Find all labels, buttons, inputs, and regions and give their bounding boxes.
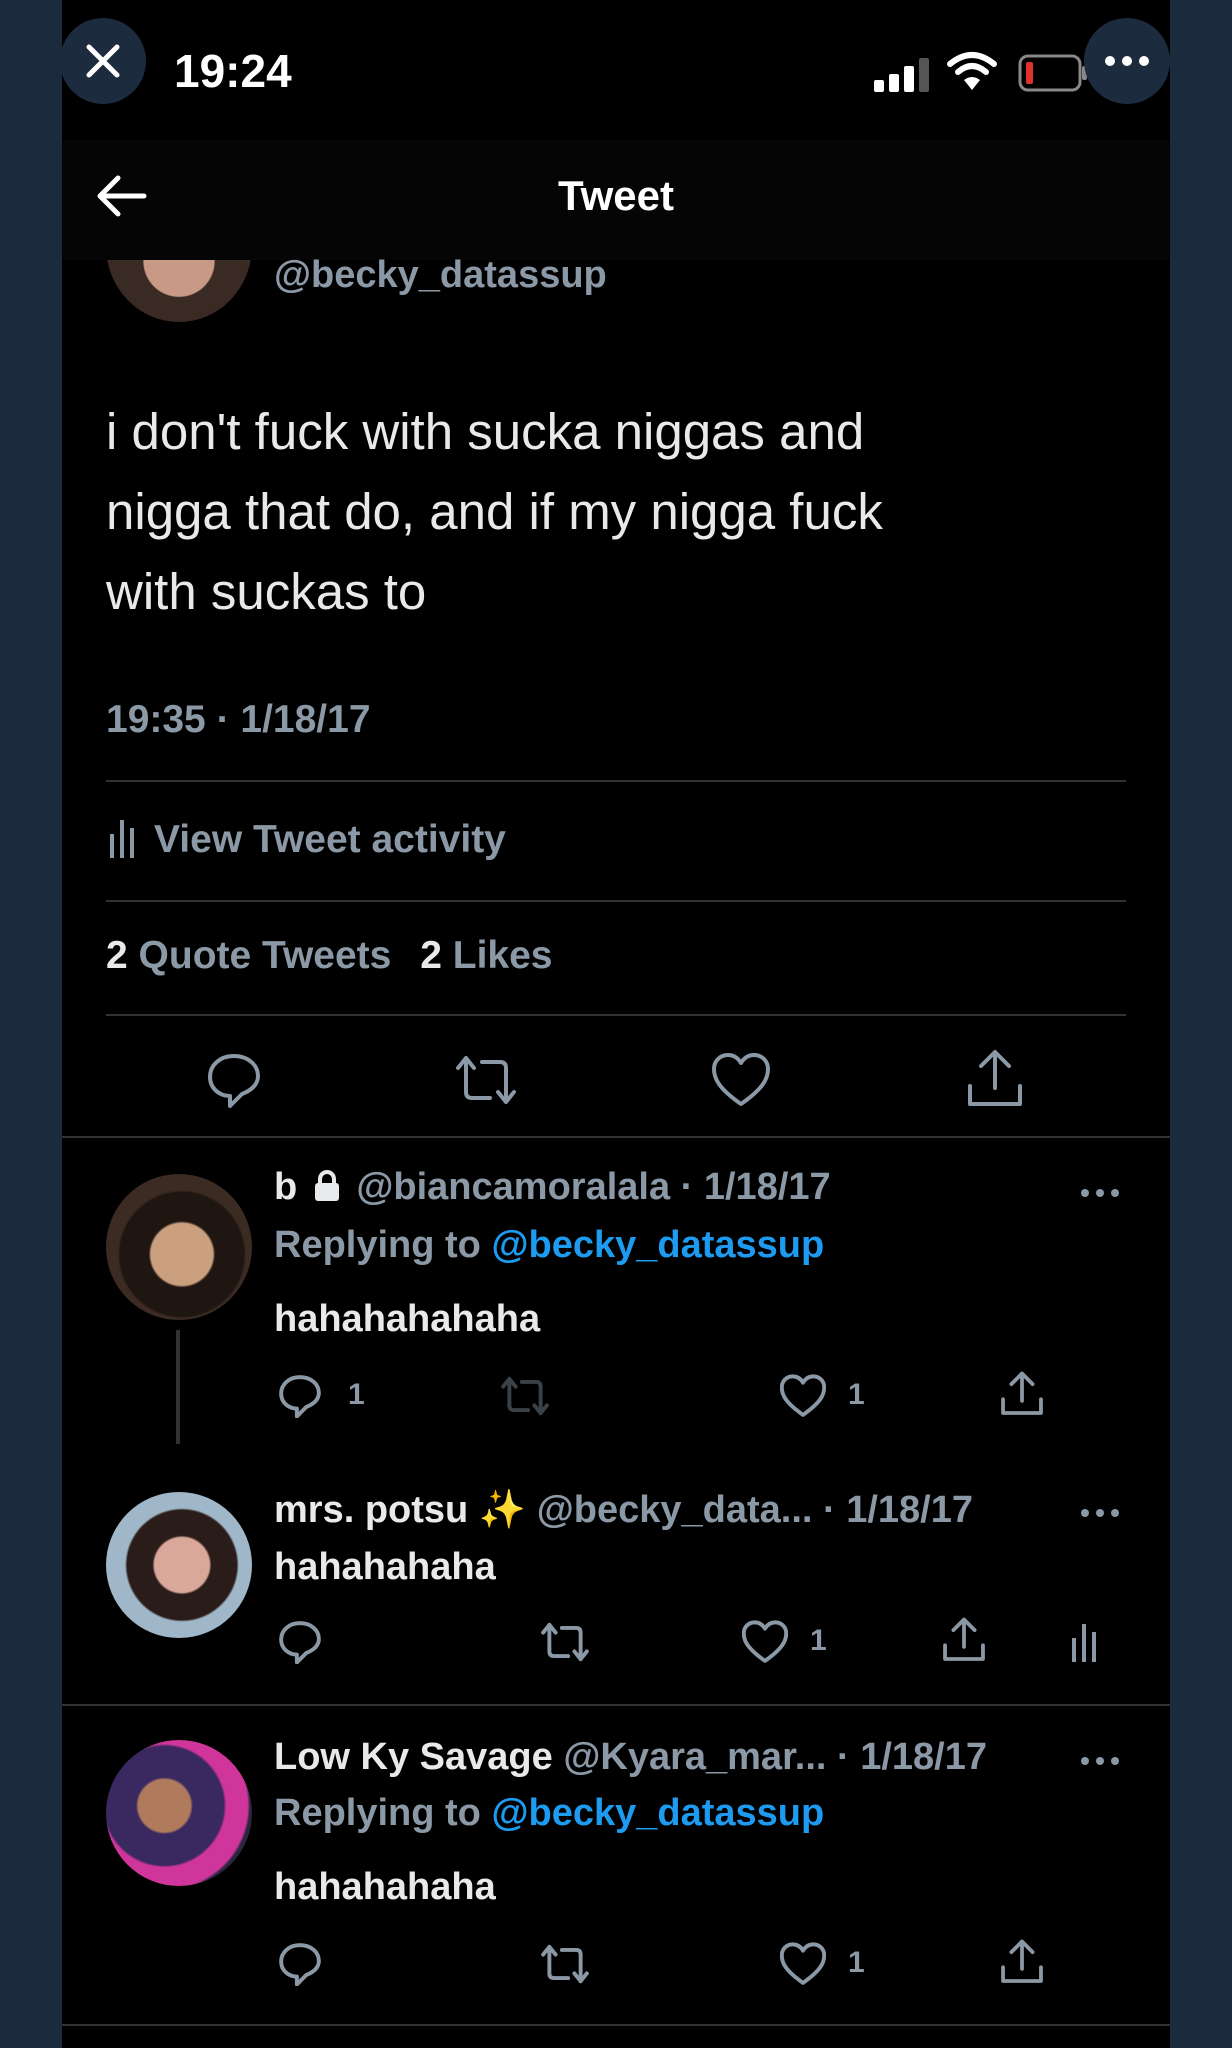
more-button[interactable] [1084, 18, 1170, 104]
likes-link[interactable]: 2 Likes [420, 934, 552, 977]
like-icon[interactable] [779, 1374, 827, 1423]
replying-to: Replying to @becky_datassup [274, 1224, 824, 1267]
user-handle[interactable]: @becky_data... [537, 1489, 813, 1531]
reply-text: hahahahahaha [274, 1298, 541, 1340]
quote-tweets-link[interactable]: 2 Quote Tweets [106, 934, 402, 977]
tweet-timestamp: 19:35 · 1/18/17 [106, 698, 371, 741]
divider [106, 780, 1126, 782]
like-count: 1 [848, 1378, 865, 1411]
divider [106, 900, 1126, 902]
share-icon[interactable] [1000, 1370, 1044, 1423]
likes-count: 2 [420, 934, 442, 977]
view-tweet-activity-label: View Tweet activity [154, 818, 506, 861]
tweet-text: i don't fuck with sucka niggas and nigga… [106, 392, 883, 632]
retweet-icon[interactable] [454, 1052, 518, 1113]
display-name[interactable]: b [274, 1166, 297, 1208]
tweet-stats: 2 Quote Tweets 2 Likes [106, 934, 553, 978]
author-handle[interactable]: @becky_datassup [274, 254, 607, 297]
reply-date: · 1/18/17 [823, 1489, 974, 1531]
reply-icon[interactable] [278, 1374, 322, 1423]
avatar[interactable] [106, 1492, 252, 1638]
divider [62, 1136, 1170, 1138]
retweet-icon-disabled [500, 1374, 550, 1423]
tweet-text-line: i don't fuck with sucka niggas and [106, 403, 865, 460]
reply-icon[interactable] [206, 1052, 262, 1113]
reply-date: · 1/18/17 [680, 1166, 831, 1208]
status-time: 19:24 [174, 45, 292, 97]
tweet-text-line: with suckas to [106, 563, 427, 620]
user-handle[interactable]: @Kyara_mar... [563, 1736, 826, 1778]
user-handle[interactable]: @biancamoralala [356, 1166, 670, 1208]
like-count: 1 [810, 1624, 827, 1657]
divider [106, 1014, 1126, 1016]
like-icon[interactable] [741, 1620, 789, 1669]
page-title: Tweet [558, 172, 674, 219]
reply-date: · 1/18/17 [837, 1736, 987, 1778]
share-icon[interactable] [966, 1048, 1024, 1115]
lock-icon [312, 1169, 342, 1213]
more-options-icon[interactable] [1080, 1754, 1120, 1772]
like-icon[interactable] [779, 1942, 827, 1991]
display-name[interactable]: mrs. potsu [274, 1489, 468, 1531]
reply-icon[interactable] [278, 1942, 322, 1991]
replying-to: Replying to @becky_datassup [274, 1792, 824, 1835]
replying-prefix: Replying to [274, 1792, 481, 1834]
divider [62, 2024, 1170, 2026]
retweet-icon[interactable] [540, 1620, 590, 1669]
like-count: 1 [848, 1946, 865, 1979]
close-button[interactable] [60, 18, 146, 104]
reply-header: Low Ky Savage @Kyara_mar... · 1/18/17 [274, 1736, 987, 1779]
display-name[interactable]: Low Ky Savage [274, 1736, 553, 1778]
more-icon [1105, 56, 1149, 66]
replying-handle-link[interactable]: @becky_datassup [491, 1224, 824, 1266]
analytics-icon [106, 816, 150, 865]
reply-header: b @biancamoralala · 1/18/17 [274, 1166, 831, 1213]
reply-count: 1 [348, 1378, 365, 1411]
divider [62, 1704, 1170, 1706]
tweet-text-line: nigga that do, and if my nigga fuck [106, 483, 883, 540]
avatar[interactable] [106, 1740, 252, 1886]
reply-text: hahahahaha [274, 1546, 496, 1588]
phone-screen: 19:24 Tweet @becky_datassup i don't fuck… [62, 0, 1170, 2048]
more-options-icon[interactable] [1080, 1506, 1120, 1524]
cellular-signal-icon [872, 52, 932, 97]
like-icon[interactable] [712, 1052, 770, 1113]
close-icon [86, 44, 120, 78]
wifi-icon [946, 50, 998, 97]
replying-prefix: Replying to [274, 1224, 481, 1266]
analytics-icon[interactable] [1068, 1620, 1100, 1669]
share-icon[interactable] [942, 1616, 986, 1669]
quote-label: Quote Tweets [138, 934, 392, 977]
battery-low-icon [1018, 54, 1088, 97]
share-icon[interactable] [1000, 1938, 1044, 1991]
reply-text: hahahahaha [274, 1866, 496, 1908]
retweet-icon[interactable] [540, 1942, 590, 1991]
reply-icon[interactable] [278, 1620, 322, 1669]
quote-count: 2 [106, 934, 128, 977]
sparkles-emoji: ✨ [478, 1489, 527, 1531]
reply-header: mrs. potsu ✨ @becky_data... · 1/18/17 [274, 1488, 973, 1532]
thread-line [176, 1330, 180, 1444]
avatar[interactable] [106, 1174, 252, 1320]
replying-handle-link[interactable]: @becky_datassup [491, 1792, 824, 1834]
likes-label: Likes [452, 934, 553, 977]
more-options-icon[interactable] [1080, 1186, 1120, 1204]
view-tweet-activity-button[interactable]: View Tweet activity [106, 810, 506, 870]
